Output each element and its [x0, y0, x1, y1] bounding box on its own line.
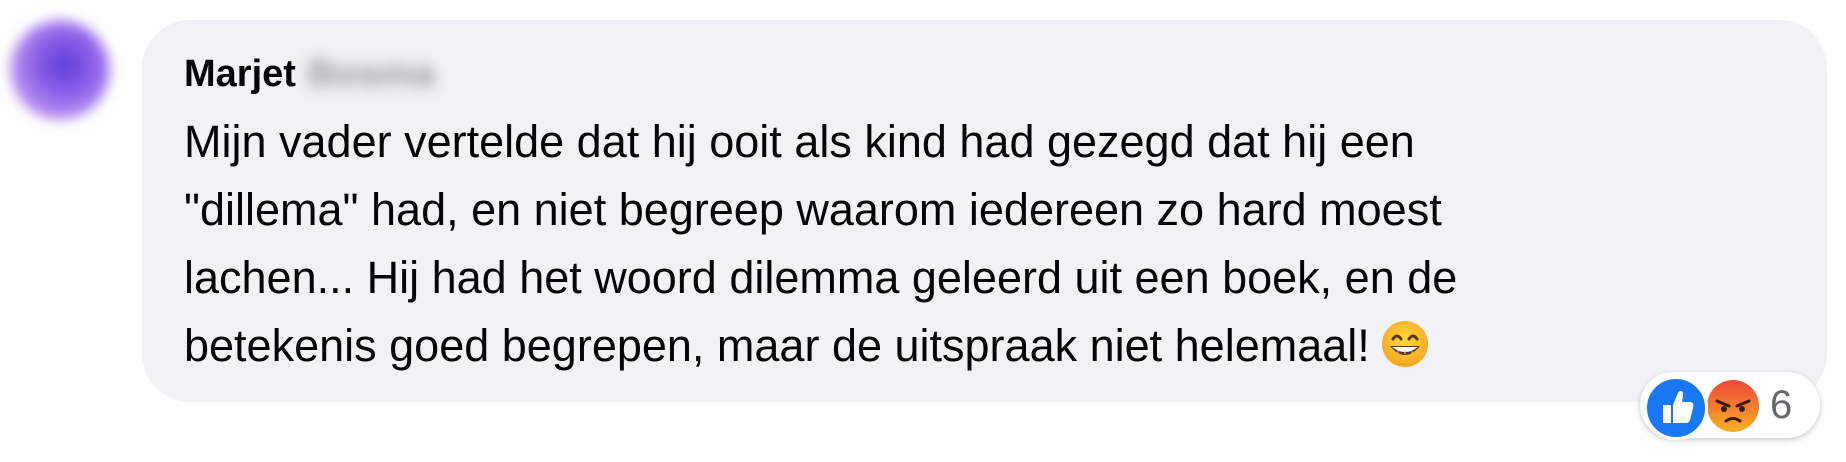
comment-line: lachen... Hij had het woord dilemma gele… — [184, 252, 1458, 303]
comment-line: Mijn vader vertelde dat hij ooit als kin… — [184, 116, 1415, 167]
grinning-face-icon — [1380, 319, 1430, 369]
like-icon — [1644, 376, 1708, 440]
comment-text: Mijn vader vertelde dat hij ooit als kin… — [184, 108, 1764, 380]
comment-author[interactable]: Marjet Bosma — [184, 50, 435, 98]
reactions-summary[interactable]: 6 — [1640, 372, 1820, 440]
author-surname-redacted: Bosma — [307, 53, 435, 95]
author-name[interactable]: Marjet — [184, 50, 296, 98]
reaction-count: 6 — [1770, 383, 1793, 427]
angry-icon — [1706, 379, 1760, 433]
comment-line-last: betekenis goed begrepen, maar de uitspra… — [184, 312, 1764, 380]
comment-line: "dillema" had, en niet begreep waarom ie… — [184, 184, 1442, 235]
comment-line-text: betekenis goed begrepen, maar de uitspra… — [184, 320, 1370, 371]
avatar[interactable] — [10, 20, 110, 120]
